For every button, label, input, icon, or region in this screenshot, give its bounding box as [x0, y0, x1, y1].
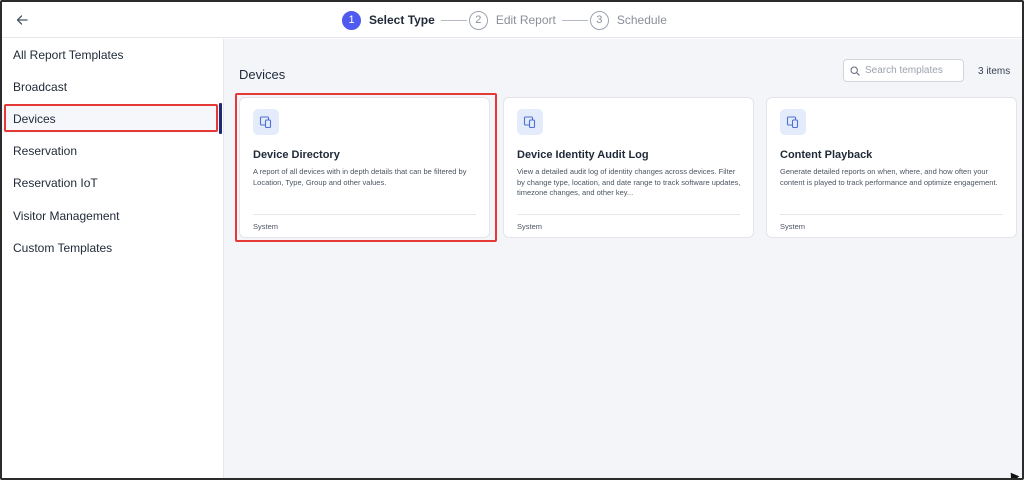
- step-label: Select Type: [369, 13, 435, 27]
- template-card-device-directory[interactable]: Device Directory A report of all devices…: [239, 97, 490, 238]
- card-divider: [517, 214, 740, 215]
- top-bar: 1 Select Type 2 Edit Report 3 Schedule: [2, 2, 1022, 38]
- devices-icon: [786, 116, 799, 129]
- devices-icon: [523, 116, 536, 129]
- sidebar-item-broadcast[interactable]: Broadcast: [2, 73, 222, 101]
- step-number: 2: [468, 10, 488, 30]
- step-number: 1: [342, 10, 361, 30]
- arrow-left-icon: [16, 15, 28, 25]
- sidebar: All Report Templates Broadcast Devices R…: [2, 39, 224, 478]
- card-icon-container: [780, 109, 806, 135]
- sidebar-item-label: Devices: [13, 112, 56, 126]
- app-window: 1 Select Type 2 Edit Report 3 Schedule A…: [0, 0, 1024, 480]
- card-description: View a detailed audit log of identity ch…: [517, 167, 741, 197]
- card-footer: System: [253, 222, 279, 231]
- sidebar-item-label: All Report Templates: [13, 48, 124, 62]
- step-connector: [561, 19, 588, 21]
- card-divider: [253, 214, 476, 215]
- sidebar-item-reservation-iot[interactable]: Reservation IoT: [2, 169, 222, 197]
- step-edit-report[interactable]: 2 Edit Report: [468, 10, 556, 30]
- card-icon-container: [517, 109, 543, 135]
- back-button[interactable]: [12, 10, 32, 30]
- stepper: 1 Select Type 2 Edit Report 3 Schedule: [342, 9, 667, 31]
- step-label: Edit Report: [495, 13, 556, 27]
- card-title: Device Directory: [253, 149, 340, 161]
- card-title: Content Playback: [780, 149, 873, 161]
- sidebar-item-label: Reservation: [13, 144, 78, 158]
- devices-icon: [259, 116, 272, 129]
- sidebar-item-all-report-templates[interactable]: All Report Templates: [2, 41, 222, 69]
- search-input[interactable]: [865, 65, 960, 76]
- template-card-device-identity-audit-log[interactable]: Device Identity Audit Log View a detaile…: [503, 97, 754, 238]
- sidebar-item-reservation[interactable]: Reservation: [2, 137, 222, 165]
- sidebar-item-custom-templates[interactable]: Custom Templates: [2, 234, 222, 262]
- items-count: 3 items: [978, 66, 1011, 77]
- search-icon: [850, 65, 860, 76]
- sidebar-item-label: Reservation IoT: [13, 176, 98, 190]
- card-footer: System: [780, 222, 806, 231]
- step-connector: [440, 19, 467, 21]
- card-footer: System: [517, 222, 543, 231]
- card-description: A report of all devices with in depth de…: [253, 167, 467, 187]
- search-box[interactable]: [843, 59, 964, 82]
- template-card-content-playback[interactable]: Content Playback Generate detailed repor…: [766, 97, 1017, 238]
- active-indicator: [219, 103, 222, 134]
- sidebar-item-devices[interactable]: Devices: [2, 105, 222, 133]
- main-content: Devices 3 items Device Directory A repor…: [224, 39, 1022, 478]
- sidebar-item-label: Custom Templates: [13, 241, 113, 255]
- card-icon-container: [253, 109, 279, 135]
- step-select-type[interactable]: 1 Select Type: [342, 10, 435, 30]
- step-number: 3: [589, 10, 609, 30]
- sidebar-item-visitor-management[interactable]: Visitor Management: [2, 202, 222, 230]
- section-title: Devices: [239, 67, 286, 82]
- step-label: Schedule: [616, 13, 667, 27]
- card-title: Device Identity Audit Log: [517, 149, 649, 161]
- sidebar-item-label: Broadcast: [13, 80, 68, 94]
- sidebar-item-label: Visitor Management: [13, 209, 120, 223]
- card-description: Generate detailed reports on when, where…: [780, 167, 998, 187]
- step-schedule[interactable]: 3 Schedule: [589, 10, 667, 30]
- card-divider: [780, 214, 1003, 215]
